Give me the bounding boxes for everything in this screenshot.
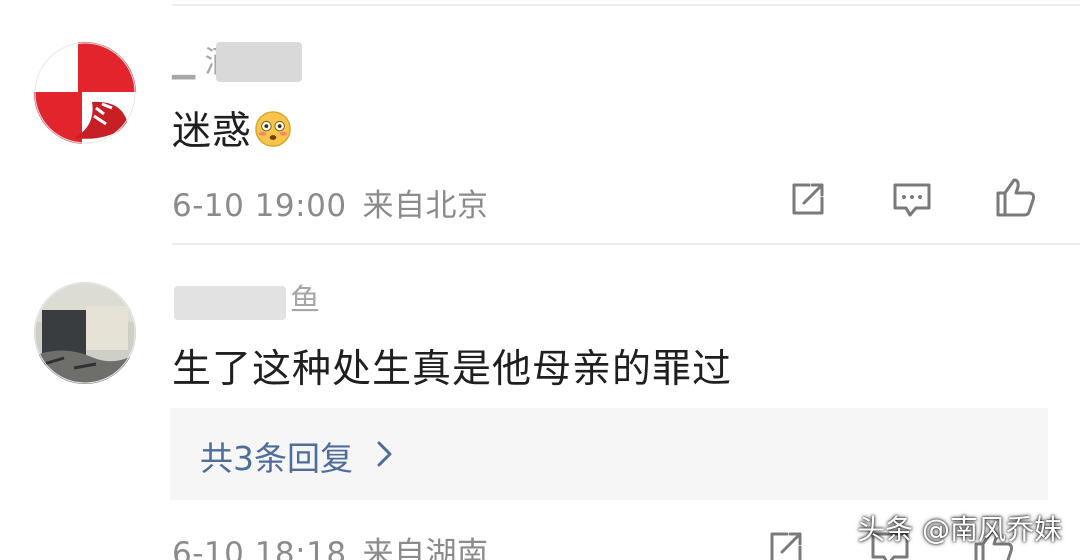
thumbs-up-icon [996,178,1036,217]
comment-text: 生了这种处生真是他母亲的罪过 [172,338,732,394]
chevron-right-icon [377,441,392,467]
comment-time: 6-10 19:00 [172,188,347,224]
comment-time: 6-10 18:18 [172,536,347,560]
avatar[interactable] [34,282,136,384]
comment-body: 迷惑 [172,109,253,154]
username-text: 鱼 [290,283,320,318]
username-mosaic [174,286,286,320]
replies-count-label: 共3条回复 [200,439,353,478]
share-button[interactable] [764,526,808,560]
share-icon [770,532,802,560]
comment-meta: 6-10 19:00 来自北京 [172,180,505,225]
username-mosaic [216,42,302,82]
username[interactable]: 鱼 [290,282,320,320]
watermark: 头条 @南风乔妹 [857,513,1062,546]
replies-expander[interactable]: 共3条回复 [170,408,1048,500]
avatar-image [34,282,136,384]
divider [172,4,1080,6]
avatar[interactable] [34,42,136,144]
comment-meta: 6-10 18:18 来自湖南 [172,528,505,560]
comment-list: ▁ 酒 王 迷惑 6-10 19:00来自北京 [0,0,1080,560]
share-icon [792,183,824,215]
comment-icon [893,183,931,217]
like-button[interactable] [994,175,1038,219]
comment-location: 来自湖南 [362,536,489,560]
comment-location: 来自北京 [362,188,489,224]
flushed-face-emoji [255,111,291,147]
comment-button[interactable] [890,177,934,221]
comment-text: 迷惑 [172,100,292,156]
share-button[interactable] [786,177,830,221]
divider [172,243,1080,245]
comment-body: 生了这种处生真是他母亲的罪过 [172,347,733,392]
avatar-image [34,42,136,144]
